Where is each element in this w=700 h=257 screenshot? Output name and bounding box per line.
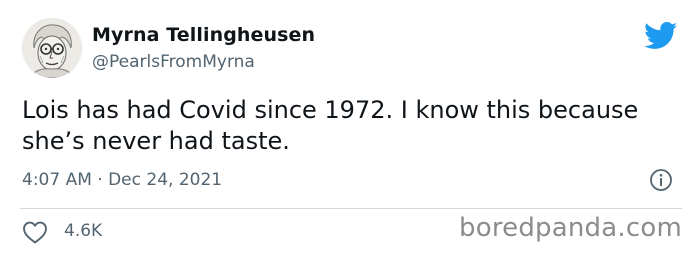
watermark: boredpanda.com xyxy=(459,213,682,243)
author-display-name[interactable]: Myrna Tellingheusen xyxy=(92,24,315,46)
tweet-text: Lois has had Covid since 1972. I know th… xyxy=(22,96,639,155)
avatar[interactable] xyxy=(22,18,82,78)
avatar-portrait xyxy=(22,18,82,78)
tweet-card: Myrna Tellingheusen @PearlsFromMyrna Loi… xyxy=(0,0,700,257)
twitter-bird-icon[interactable] xyxy=(644,22,678,50)
divider xyxy=(20,208,682,209)
like-count[interactable]: 4.6K xyxy=(64,221,102,241)
author-handle[interactable]: @PearlsFromMyrna xyxy=(92,52,255,72)
info-icon[interactable] xyxy=(649,168,673,192)
tweet-timestamp[interactable]: 4:07 AM · Dec 24, 2021 xyxy=(22,170,222,190)
heart-icon[interactable] xyxy=(22,221,48,244)
